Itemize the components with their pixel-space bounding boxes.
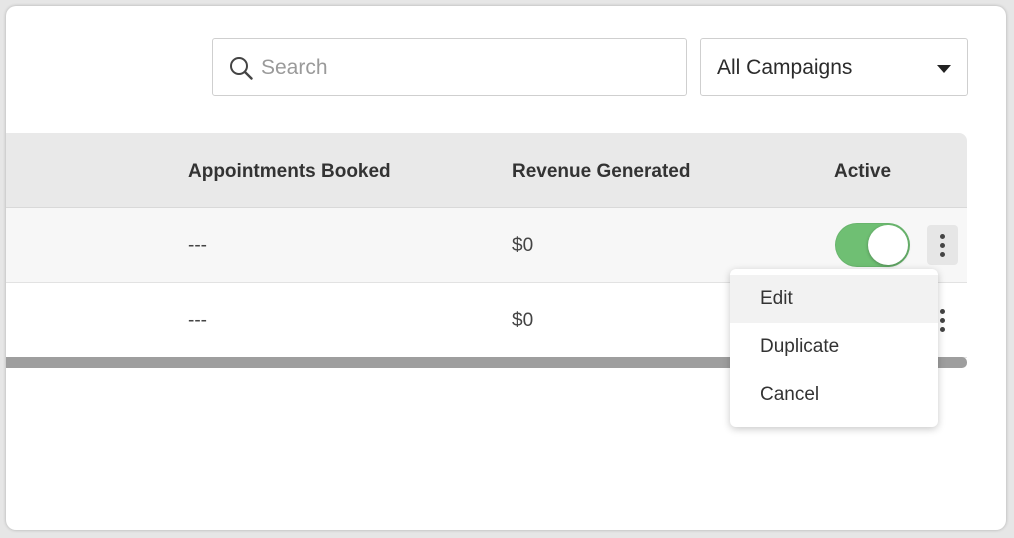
- toggle-knob: [868, 225, 908, 265]
- kebab-dot-icon: [940, 317, 945, 323]
- revenue-cell: $0: [512, 235, 534, 256]
- kebab-dot-icon: [940, 326, 945, 332]
- header-appointments-booked[interactable]: Appointments Booked: [188, 161, 391, 183]
- search-input[interactable]: [259, 39, 673, 97]
- kebab-dot-icon: [940, 242, 945, 248]
- kebab-dot-icon: [940, 251, 945, 257]
- appointments-cell: ---: [188, 235, 207, 256]
- header-active[interactable]: Active: [834, 161, 891, 183]
- campaign-filter-value: All Campaigns: [717, 56, 853, 79]
- kebab-dot-icon: [940, 233, 945, 239]
- menu-item-edit[interactable]: Edit: [730, 275, 938, 323]
- appointments-cell: ---: [188, 310, 207, 331]
- caret-down-icon: [937, 65, 951, 73]
- campaigns-panel: All Campaigns Appointments Booked Revenu…: [6, 6, 1006, 530]
- search-icon: [230, 57, 253, 80]
- kebab-dot-icon: [940, 308, 945, 314]
- revenue-cell: $0: [512, 310, 534, 331]
- row-actions-button[interactable]: [927, 225, 958, 265]
- campaign-filter-select[interactable]: All Campaigns: [700, 38, 968, 96]
- table-header: Appointments Booked Revenue Generated Ac…: [6, 133, 967, 208]
- active-toggle[interactable]: [835, 223, 910, 267]
- menu-item-duplicate[interactable]: Duplicate: [730, 323, 938, 371]
- header-revenue-generated[interactable]: Revenue Generated: [512, 161, 690, 183]
- search-box[interactable]: [212, 38, 687, 97]
- menu-item-cancel[interactable]: Cancel: [730, 371, 938, 419]
- row-actions-menu: Edit Duplicate Cancel: [730, 269, 938, 427]
